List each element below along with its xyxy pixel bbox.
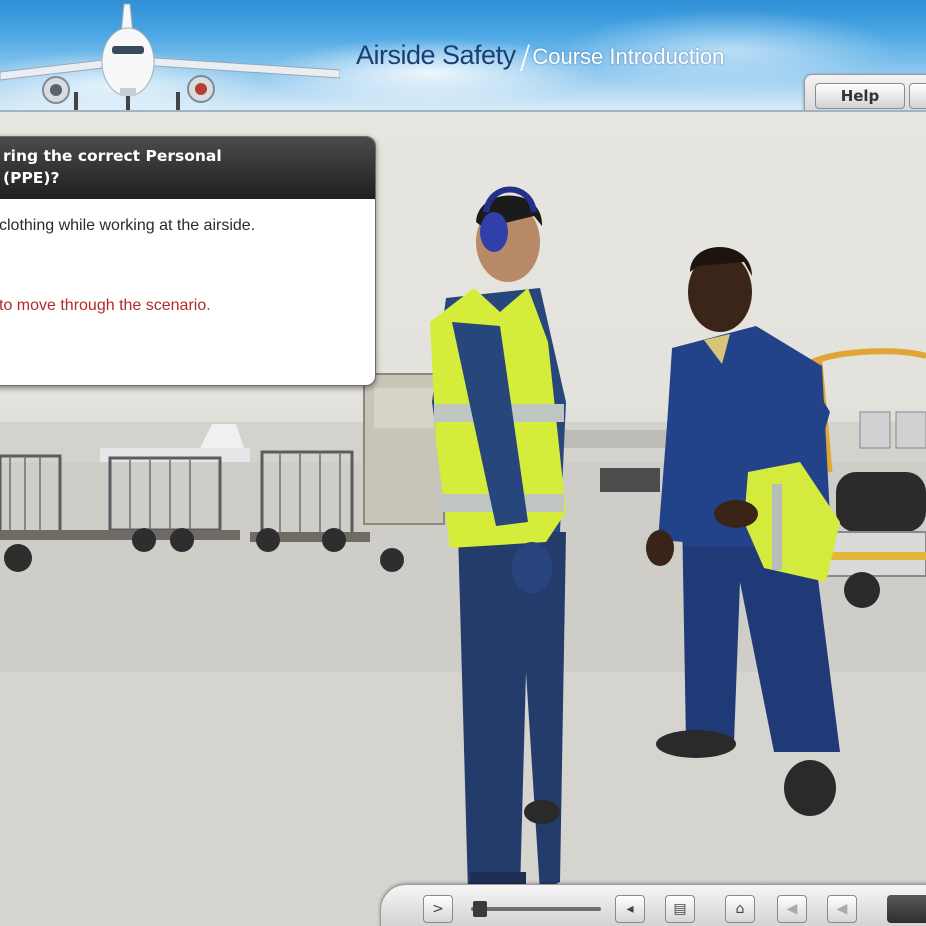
- course-name: Airside Safety: [356, 40, 516, 70]
- panel-question-line-1: ring the correct Personal: [3, 147, 222, 165]
- course-title: Airside Safety / Course Introduction: [356, 34, 725, 76]
- title-separator: /: [519, 38, 531, 76]
- player-controls: > ◂ ▤ ⌂ ◀ ◀: [380, 884, 926, 926]
- progress-track[interactable]: [471, 907, 601, 911]
- airplane-banner-image: [0, 3, 340, 110]
- utility-button[interactable]: [909, 83, 926, 109]
- previous-button[interactable]: ◀: [827, 895, 857, 923]
- panel-question-line-2: (PPE)?: [3, 169, 60, 187]
- panel-body-text: clothing while working at the airside.: [0, 217, 256, 234]
- panel-instruction: to move through the scenario.: [0, 297, 211, 314]
- course-header: Airside Safety / Course Introduction Hel…: [0, 0, 926, 112]
- volume-button[interactable]: ◂: [615, 895, 645, 923]
- home-button[interactable]: ⌂: [725, 895, 755, 923]
- home-icon: ⌂: [735, 901, 745, 917]
- help-button[interactable]: Help: [815, 83, 905, 109]
- back-icon: ◀: [786, 901, 798, 917]
- play-icon: >: [432, 901, 444, 917]
- document-icon: ▤: [673, 901, 687, 917]
- previous-icon: ◀: [836, 901, 848, 917]
- transcript-button[interactable]: ▤: [665, 895, 695, 923]
- scenario-panel: ring the correct Personal (PPE)? clothin…: [0, 136, 376, 386]
- panel-header: ring the correct Personal (PPE)?: [0, 137, 375, 199]
- volume-icon: ◂: [626, 901, 634, 917]
- back-button[interactable]: ◀: [777, 895, 807, 923]
- panel-body: clothing while working at the airside. t…: [0, 199, 375, 315]
- progress-thumb[interactable]: [473, 901, 487, 917]
- next-button[interactable]: [887, 895, 926, 923]
- section-name: Course Introduction: [532, 44, 725, 69]
- play-button[interactable]: >: [423, 895, 453, 923]
- utility-toolbar: Help: [804, 74, 926, 110]
